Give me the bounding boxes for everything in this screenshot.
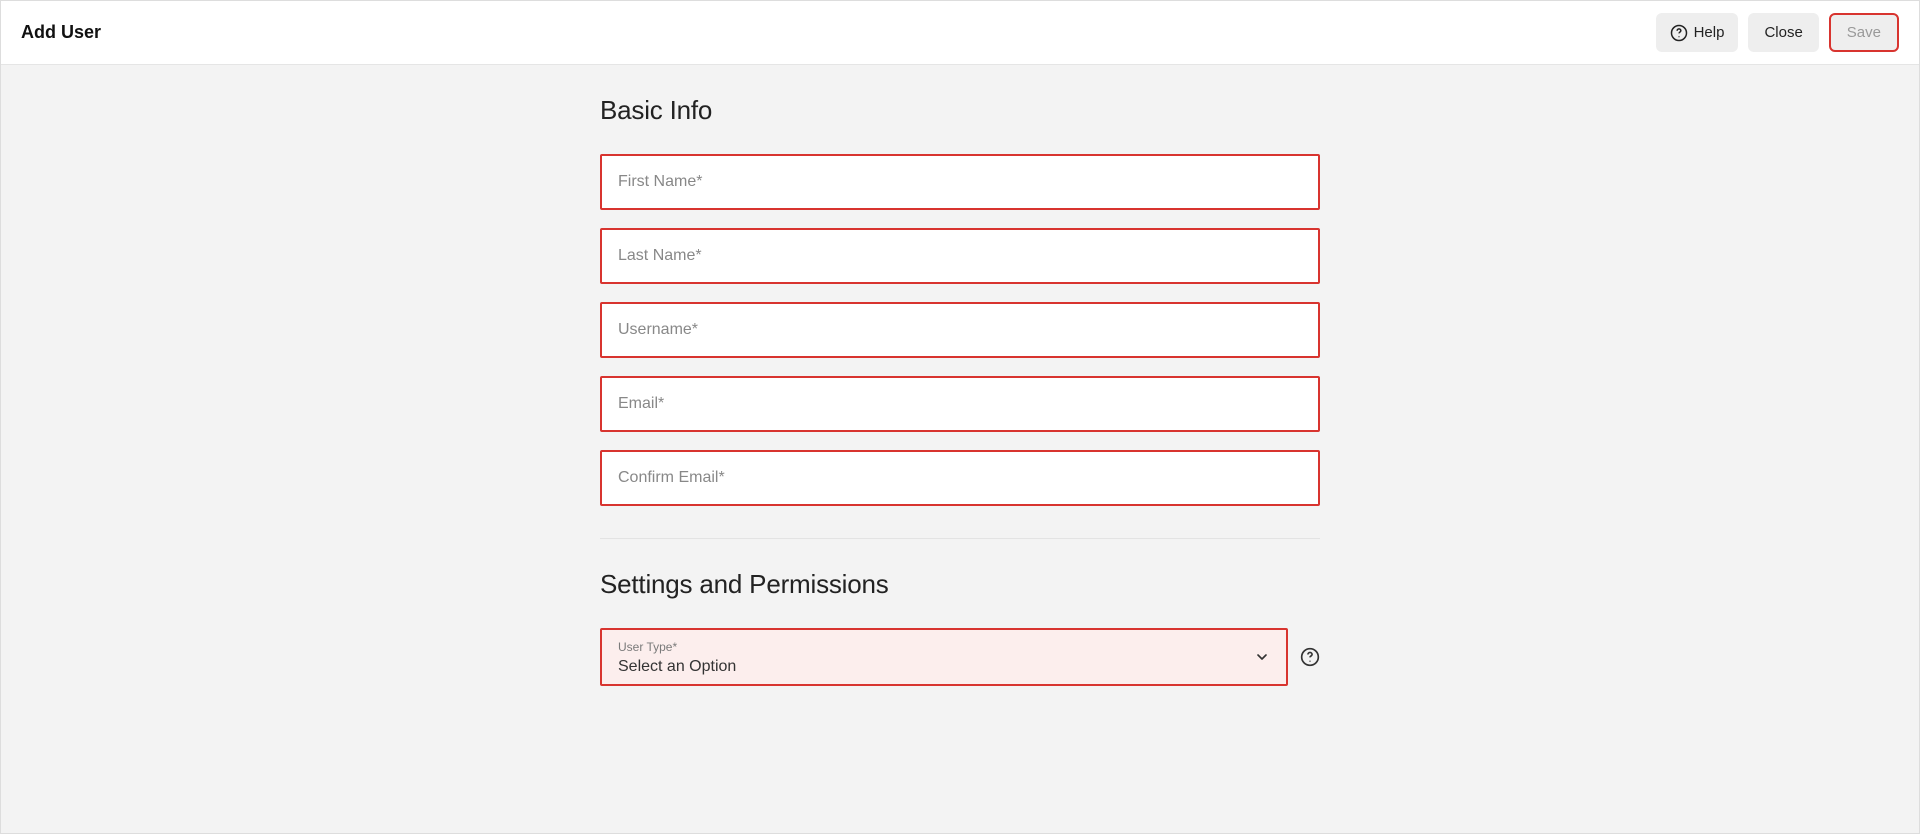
basic-info-title: Basic Info (600, 95, 1320, 126)
first-name-field[interactable] (600, 154, 1320, 210)
page-title: Add User (21, 22, 101, 43)
section-divider (600, 538, 1320, 539)
user-type-value: Select an Option (618, 657, 1270, 676)
save-button-label: Save (1847, 24, 1881, 41)
form-container: Basic Info Settings and Permissions Us (600, 95, 1320, 686)
close-button[interactable]: Close (1748, 13, 1818, 52)
user-type-label: User Type* (618, 640, 1270, 654)
chevron-down-icon (1254, 649, 1270, 665)
email-field-wrap (600, 376, 1320, 432)
last-name-field-wrap (600, 228, 1320, 284)
first-name-field-wrap (600, 154, 1320, 210)
username-field-wrap (600, 302, 1320, 358)
email-field[interactable] (600, 376, 1320, 432)
save-button[interactable]: Save (1829, 13, 1899, 52)
username-field[interactable] (600, 302, 1320, 358)
header-buttons: Help Close Save (1656, 13, 1899, 52)
confirm-email-field-wrap (600, 450, 1320, 506)
settings-title: Settings and Permissions (600, 569, 1320, 600)
user-type-row: User Type* Select an Option (600, 628, 1320, 686)
user-type-select[interactable]: User Type* Select an Option (600, 628, 1288, 686)
help-button[interactable]: Help (1656, 13, 1739, 52)
content-area[interactable]: Basic Info Settings and Permissions Us (1, 65, 1919, 833)
page-header: Add User Help Close Save (1, 1, 1919, 65)
user-type-help-icon[interactable] (1300, 647, 1320, 667)
help-icon (1670, 24, 1688, 42)
last-name-field[interactable] (600, 228, 1320, 284)
help-button-label: Help (1694, 24, 1725, 41)
close-button-label: Close (1764, 24, 1802, 41)
confirm-email-field[interactable] (600, 450, 1320, 506)
